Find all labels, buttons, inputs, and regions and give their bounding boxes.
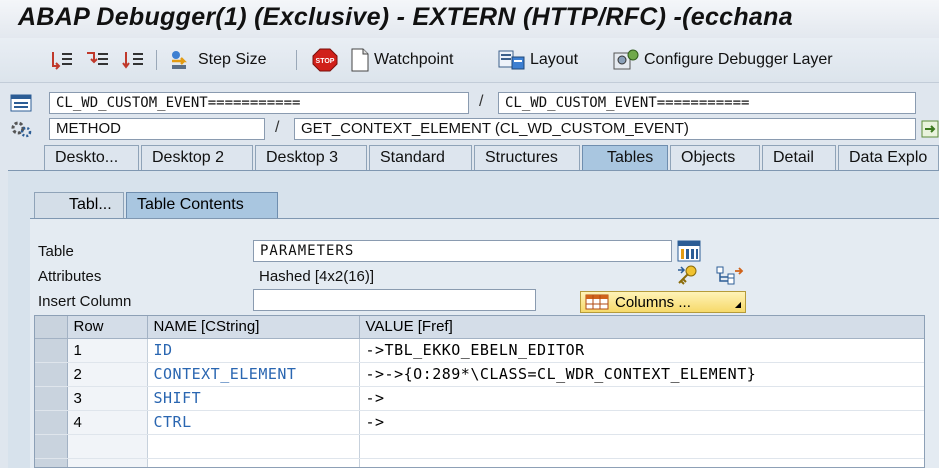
select-all-cell[interactable] (35, 316, 68, 339)
tab-desktop-2[interactable]: Desktop 2 (141, 145, 253, 171)
row-selector[interactable] (35, 362, 68, 387)
desktop-tabs: Deskto... Desktop 2 Desktop 3 Standard S… (0, 143, 939, 171)
source-location-bar: CL_WD_CUSTOM_EVENT=========== / CL_WD_CU… (0, 89, 939, 143)
row-selector[interactable] (35, 410, 68, 435)
row-selector[interactable] (35, 386, 68, 411)
watchpoint-icon (350, 48, 370, 72)
row-selector[interactable] (35, 458, 68, 467)
step-into-icon[interactable] (50, 48, 74, 72)
row-number: 3 (67, 386, 148, 411)
structure-icon[interactable] (716, 265, 744, 287)
configure-label: Configure Debugger Layer (644, 51, 833, 68)
watchpoint-button[interactable]: Watchpoint (350, 48, 453, 72)
name-cell[interactable]: CTRL (147, 410, 360, 435)
column-header-row[interactable]: Row (67, 316, 148, 339)
path-separator: / (479, 93, 484, 110)
program-field[interactable]: CL_WD_CUSTOM_EVENT=========== (49, 92, 469, 114)
tab-desktop-3[interactable]: Desktop 3 (255, 145, 367, 171)
value-cell[interactable]: ->TBL_EKKO_EBELN_EDITOR (359, 338, 924, 363)
empty-cell (67, 434, 148, 459)
window-title: ABAP Debugger(1) (Exclusive) - EXTERN (H… (18, 3, 793, 31)
stop-icon[interactable]: STOP (312, 48, 338, 72)
layout-button[interactable]: Layout (498, 48, 578, 72)
insert-column-input[interactable] (253, 289, 536, 311)
name-cell[interactable]: ID (147, 338, 360, 363)
name-cell[interactable]: CONTEXT_ELEMENT (147, 362, 360, 387)
title-bar: ABAP Debugger(1) (Exclusive) - EXTERN (H… (0, 0, 939, 38)
empty-row (35, 434, 924, 459)
method-gear-icon (10, 119, 32, 139)
tab-structures[interactable]: Structures (474, 145, 580, 171)
empty-cell (147, 458, 360, 467)
column-header-value[interactable]: VALUE [Fref] (359, 316, 924, 339)
layout-label: Layout (530, 51, 579, 68)
empty-cell (147, 434, 360, 459)
watchpoint-label: Watchpoint (374, 51, 454, 68)
columns-button[interactable]: Columns ... ◢ (580, 291, 746, 313)
event-field[interactable]: GET_CONTEXT_ELEMENT (CL_WD_CUSTOM_EVENT) (294, 118, 916, 140)
table-display-icon[interactable] (677, 240, 701, 262)
table-row[interactable]: 2 CONTEXT_ELEMENT ->->{O:289*\CLASS=CL_W… (35, 362, 924, 387)
column-header-name[interactable]: NAME [CString] (147, 316, 360, 339)
key-icon[interactable] (676, 265, 702, 287)
kind-field[interactable]: METHOD (49, 118, 265, 140)
tab-table-list[interactable]: Tabl... (34, 192, 124, 218)
tab-standard[interactable]: Standard (369, 145, 472, 171)
svg-text:STOP: STOP (316, 58, 335, 65)
dropdown-arrow-icon[interactable]: ◢ (735, 300, 741, 309)
navigate-icon[interactable] (921, 120, 939, 138)
step-size-label: Step Size (198, 51, 267, 68)
tab-data-explorer[interactable]: Data Explo (838, 145, 939, 171)
empty-row (35, 458, 924, 467)
table-label: Table (38, 243, 74, 260)
columns-icon (585, 294, 609, 310)
toolbar-separator (296, 50, 297, 70)
row-number: 1 (67, 338, 148, 363)
step-size-icon (168, 49, 194, 71)
attributes-label: Attributes (38, 268, 102, 285)
tab-detail[interactable]: Detail (762, 145, 836, 171)
row-selector[interactable] (35, 338, 68, 363)
row-selector[interactable] (35, 434, 68, 459)
program-icon (10, 93, 32, 113)
value-cell[interactable]: ->->{O:289*\CLASS=CL_WDR_CONTEXT_ELEMENT… (359, 362, 924, 387)
attributes-value: Hashed [4x2(16)] (259, 268, 375, 285)
value-cell[interactable]: -> (359, 386, 924, 411)
table-row[interactable]: 1 ID ->TBL_EKKO_EBELN_EDITOR (35, 338, 924, 363)
step-over-icon[interactable] (84, 48, 110, 72)
tab-objects[interactable]: Objects (670, 145, 760, 171)
empty-cell (359, 458, 924, 467)
path-separator: / (275, 119, 280, 136)
name-cell[interactable]: SHIFT (147, 386, 360, 411)
tab-table-contents[interactable]: Table Contents (126, 192, 278, 218)
insert-column-label: Insert Column (38, 293, 132, 310)
columns-label: Columns ... (615, 293, 691, 311)
table-row[interactable]: 3 SHIFT -> (35, 386, 924, 411)
configure-icon (612, 49, 640, 71)
toolbar: Step Size STOP Watchpoint Layout Configu… (0, 38, 939, 83)
row-number: 2 (67, 362, 148, 387)
tab-desktop-1[interactable]: Deskto... (44, 145, 139, 171)
return-icon[interactable] (120, 48, 146, 72)
step-size-button[interactable]: Step Size (168, 48, 266, 72)
tab-tables[interactable]: Tables (582, 145, 668, 171)
row-number: 4 (67, 410, 148, 435)
configure-debugger-layer-button[interactable]: Configure Debugger Layer (612, 48, 833, 72)
empty-cell (359, 434, 924, 459)
empty-cell (67, 458, 148, 467)
layout-icon (498, 49, 526, 71)
table-row[interactable]: 4 CTRL -> (35, 410, 924, 435)
value-cell[interactable]: -> (359, 410, 924, 435)
include-field[interactable]: CL_WD_CUSTOM_EVENT=========== (498, 92, 916, 114)
table-name-input[interactable]: PARAMETERS (253, 240, 672, 262)
toolbar-separator (156, 50, 157, 70)
table-contents-grid: Row NAME [CString] VALUE [Fref] 1 ID ->T… (34, 315, 925, 468)
